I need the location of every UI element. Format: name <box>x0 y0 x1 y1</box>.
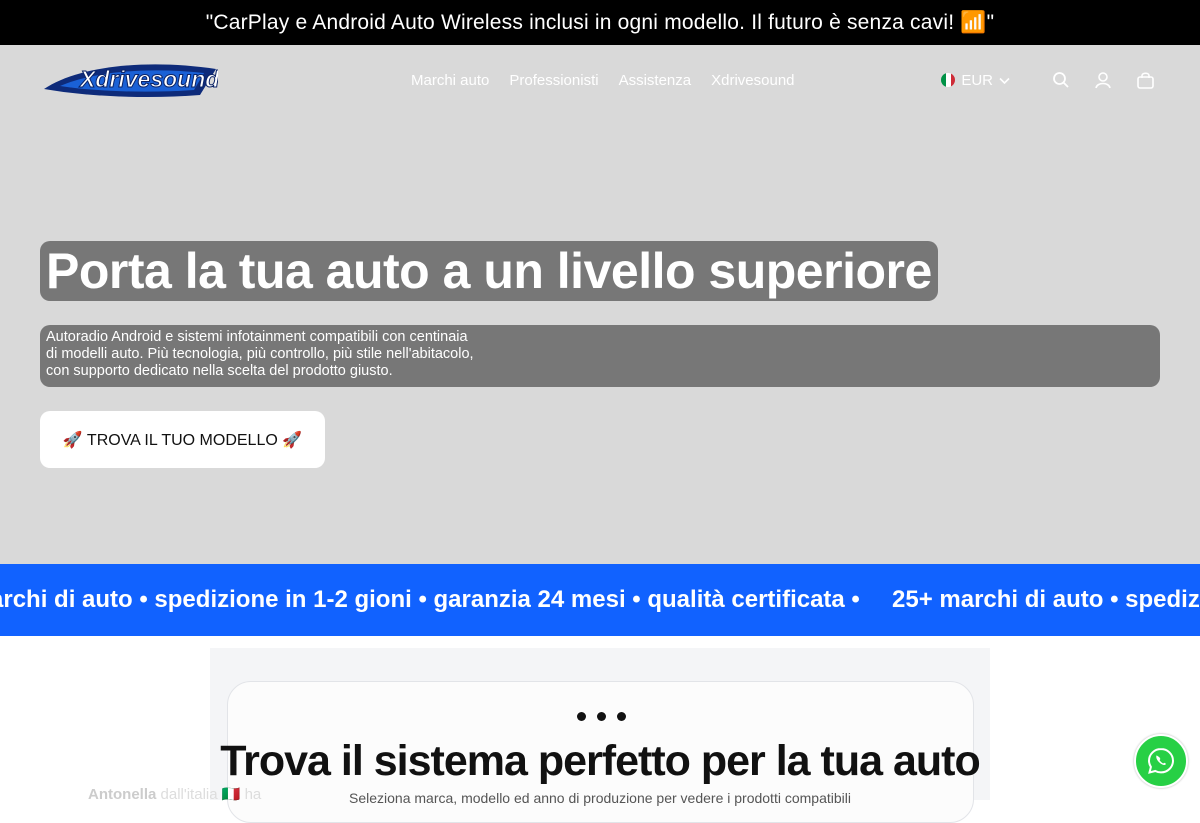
ticker-text-repeat: 25+ marchi di auto • spediz <box>892 586 1200 613</box>
main-nav: Marchi auto Professionisti Assistenza Xd… <box>411 72 795 89</box>
hero-subtitle-line: di modelli auto. Più tecnologia, più con… <box>46 346 474 362</box>
announcement-text: "CarPlay e Android Auto Wireless inclusi… <box>205 10 995 34</box>
finder-title: Trova il sistema perfetto per la tua aut… <box>220 737 981 785</box>
hero-subtitle-line: Autoradio Android e sistemi infotainment… <box>46 329 468 345</box>
site-logo[interactable]: Xdrivesound <box>40 53 221 105</box>
hero-subtitle: Autoradio Android e sistemi infotainment… <box>40 325 1160 387</box>
search-icon[interactable] <box>1050 69 1072 91</box>
whatsapp-icon <box>1147 747 1175 774</box>
currency-selector[interactable]: EUR <box>941 72 1010 89</box>
loading-dots-icon <box>577 712 626 721</box>
ticker-text: archi di auto • spedizione in 1-2 gioni … <box>0 586 860 613</box>
currency-label: EUR <box>961 71 993 89</box>
nav-marchi-auto[interactable]: Marchi auto <box>411 72 489 89</box>
find-model-button[interactable]: 🚀 TROVA IL TUO MODELLO 🚀 <box>40 411 325 468</box>
hero-section: Xdrivesound Marchi auto Professionisti A… <box>0 45 1200 564</box>
nav-professionisti[interactable]: Professionisti <box>509 72 598 89</box>
review-popup: Antonella dall'italia 🇮🇹 ha <box>88 785 261 803</box>
marquee-ticker: archi di auto • spedizione in 1-2 gioni … <box>0 564 1200 636</box>
nav-assistenza[interactable]: Assistenza <box>619 72 692 89</box>
announcement-bar: "CarPlay e Android Auto Wireless inclusi… <box>0 0 1200 45</box>
account-icon[interactable] <box>1092 69 1114 91</box>
italy-flag-icon <box>941 73 956 87</box>
review-text: dall'italia 🇮🇹 ha <box>160 786 262 803</box>
whatsapp-chat-button[interactable] <box>1134 734 1188 788</box>
header-tools: EUR <box>941 69 1156 91</box>
hero-title: Porta la tua auto a un livello superiore <box>40 241 938 301</box>
site-header: Xdrivesound Marchi auto Professionisti A… <box>0 45 1200 117</box>
chevron-down-icon <box>999 77 1010 84</box>
hero-subtitle-line: con supporto dedicato nella scelta del p… <box>46 363 393 379</box>
cart-icon[interactable] <box>1134 69 1156 91</box>
reviewer-name: Antonella <box>88 786 157 803</box>
logo-text: Xdrivesound <box>78 66 218 92</box>
nav-xdrivesound[interactable]: Xdrivesound <box>711 72 794 89</box>
